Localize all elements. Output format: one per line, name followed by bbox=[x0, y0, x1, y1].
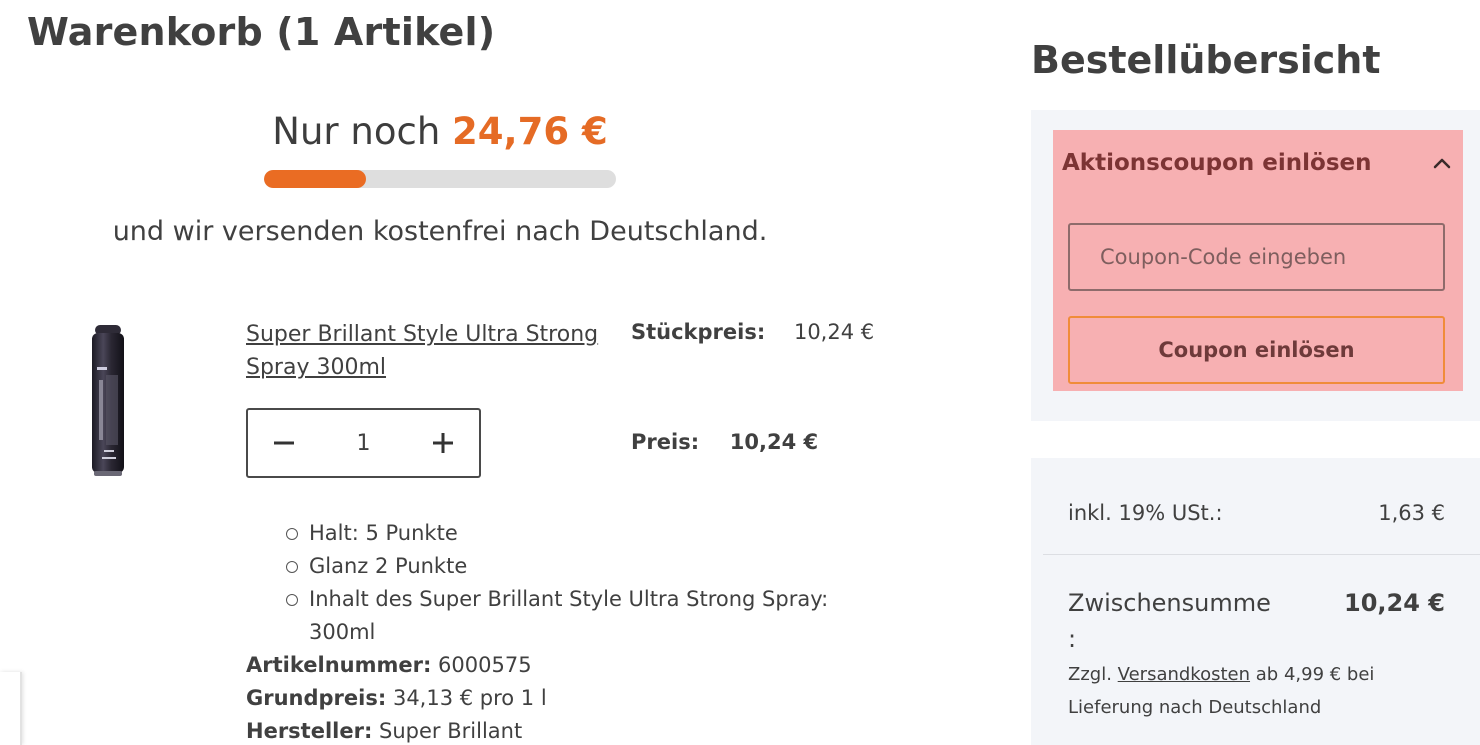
product-feature-list: Halt: 5 Punkte Glanz 2 Punkte Inhalt des… bbox=[286, 517, 846, 649]
feature-item: Halt: 5 Punkte bbox=[286, 517, 846, 550]
feature-item: Glanz 2 Punkte bbox=[286, 550, 846, 583]
coupon-code-input[interactable] bbox=[1068, 223, 1445, 291]
product-specs: Artikelnummer: 6000575 Grundpreis: 34,13… bbox=[246, 649, 547, 745]
free-shipping-message: Nur noch 24,76 € bbox=[0, 110, 880, 153]
divider bbox=[1043, 554, 1480, 555]
base-price: Grundpreis: 34,13 € pro 1 l bbox=[246, 682, 547, 715]
manufacturer-label: Hersteller: bbox=[246, 719, 373, 743]
free-shipping-subtext: und wir versenden kostenfrei nach Deutsc… bbox=[112, 216, 768, 247]
product-image[interactable] bbox=[88, 325, 128, 477]
plus-icon bbox=[433, 433, 453, 453]
quantity-value[interactable]: 1 bbox=[357, 431, 371, 456]
minus-icon bbox=[274, 441, 294, 445]
unit-price: Stückpreis: 10,24 € bbox=[631, 320, 874, 344]
base-price-value: 34,13 € pro 1 l bbox=[392, 686, 547, 710]
article-number-label: Artikelnummer: bbox=[246, 653, 432, 677]
coupon-section: Aktionscoupon einlösen Coupon einlösen bbox=[1053, 130, 1463, 391]
free-shipping-progress-bar bbox=[264, 170, 616, 188]
manufacturer-value: Super Brillant bbox=[379, 719, 523, 743]
article-number: Artikelnummer: 6000575 bbox=[246, 649, 547, 682]
free-shipping-prefix: Nur noch bbox=[272, 110, 441, 153]
quantity-stepper: 1 bbox=[246, 408, 481, 478]
decrease-quantity-button[interactable] bbox=[266, 425, 302, 461]
hairspray-can-icon bbox=[92, 325, 124, 476]
article-number-value: 6000575 bbox=[438, 653, 532, 677]
page-title: Warenkorb (1 Artikel) bbox=[27, 10, 496, 54]
increase-quantity-button[interactable] bbox=[425, 425, 461, 461]
subtotal-value: 10,24 € bbox=[1344, 589, 1445, 617]
free-shipping-progress-fill bbox=[264, 170, 367, 188]
shipping-note-prefix: Zzgl. bbox=[1068, 664, 1112, 685]
side-tab-edge[interactable] bbox=[0, 672, 22, 745]
manufacturer: Hersteller: Super Brillant bbox=[246, 715, 547, 745]
totals-panel: inkl. 19% USt.: 1,63 € Zwischensumme : 1… bbox=[1031, 458, 1480, 745]
tax-row: inkl. 19% USt.: 1,63 € bbox=[1068, 501, 1445, 525]
free-shipping-remaining-amount: 24,76 € bbox=[452, 110, 608, 153]
product-name-link[interactable]: Super Brillant Style Ultra Strong Spray … bbox=[246, 318, 606, 384]
unit-price-label: Stückpreis: bbox=[631, 320, 766, 344]
line-price-label: Preis: bbox=[631, 430, 700, 454]
line-price-value: 10,24 € bbox=[729, 430, 819, 454]
shipping-cost-note: Zzgl. Versandkosten ab 4,99 € bei Liefer… bbox=[1068, 658, 1458, 724]
shipping-costs-link[interactable]: Versandkosten bbox=[1118, 664, 1250, 685]
coupon-panel: Aktionscoupon einlösen Coupon einlösen bbox=[1031, 110, 1480, 421]
coupon-heading-toggle[interactable]: Aktionscoupon einlösen bbox=[1062, 150, 1372, 176]
chevron-up-icon[interactable] bbox=[1431, 152, 1453, 174]
order-summary-title: Bestellübersicht bbox=[1031, 38, 1381, 82]
tax-label: inkl. 19% USt.: bbox=[1068, 501, 1223, 525]
base-price-label: Grundpreis: bbox=[246, 686, 387, 710]
line-price: Preis: 10,24 € bbox=[631, 430, 818, 454]
feature-item: Inhalt des Super Brillant Style Ultra St… bbox=[286, 583, 846, 649]
redeem-coupon-button[interactable]: Coupon einlösen bbox=[1068, 316, 1445, 384]
tax-value: 1,63 € bbox=[1378, 501, 1445, 525]
subtotal-label: Zwischensumme : bbox=[1068, 589, 1271, 653]
unit-price-value: 10,24 € bbox=[793, 320, 875, 344]
